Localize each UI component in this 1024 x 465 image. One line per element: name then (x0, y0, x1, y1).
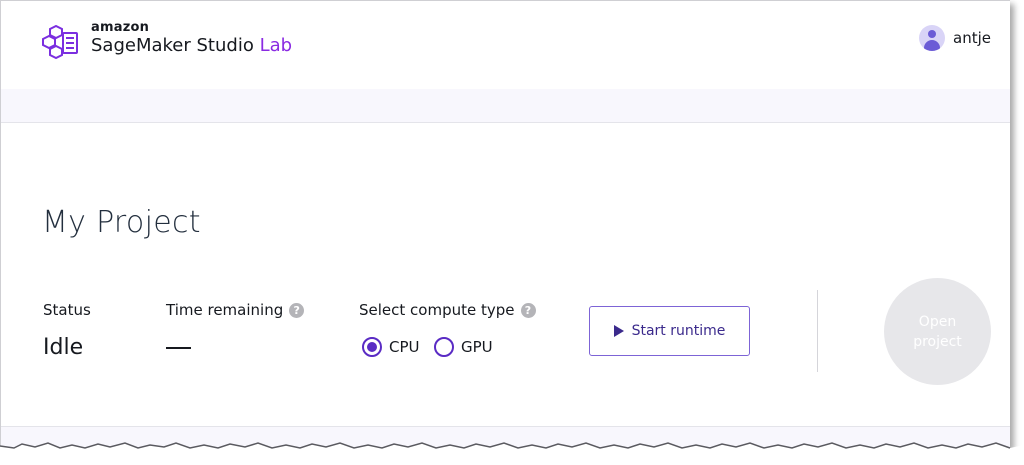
gpu-radio[interactable]: GPU (434, 337, 493, 357)
product-logo[interactable]: amazon SageMaker Studio Lab (91, 21, 292, 55)
top-header: amazon SageMaker Studio Lab antje (1, 1, 1010, 89)
cpu-radio[interactable]: CPU (362, 337, 420, 357)
radio-checked-icon[interactable] (362, 337, 382, 357)
status-label: Status (43, 301, 91, 319)
vertical-divider (817, 290, 818, 372)
open-project-button[interactable]: Open project (884, 278, 991, 385)
logo-lab-text: Lab (259, 35, 293, 56)
logo-amazon-text: amazon (91, 20, 150, 35)
header-subband (1, 89, 1010, 123)
radio-unchecked-icon[interactable] (434, 337, 454, 357)
gpu-radio-label: GPU (461, 338, 493, 356)
user-menu[interactable]: antje (919, 25, 991, 51)
user-avatar-icon (919, 25, 946, 51)
help-circle-icon[interactable]: ? (289, 302, 305, 318)
torn-edge-decoration (0, 442, 1024, 465)
time-remaining-label: Time remaining ? (166, 301, 305, 319)
status-label-text: Status (43, 301, 91, 319)
cpu-radio-label: CPU (389, 338, 420, 356)
compute-type-label-text: Select compute type (359, 301, 515, 319)
page-title: My Project (42, 205, 201, 240)
open-project-label: Open project (913, 313, 962, 350)
start-runtime-button[interactable]: Start runtime (589, 306, 750, 356)
username: antje (953, 29, 991, 47)
sagemaker-logo-icon[interactable] (41, 25, 81, 61)
help-circle-icon[interactable]: ? (520, 302, 536, 318)
time-remaining-value (166, 347, 191, 349)
start-runtime-label: Start runtime (631, 323, 726, 339)
compute-type-label: Select compute type ? (359, 301, 536, 319)
app-window: amazon SageMaker Studio Lab antje My Pro… (0, 0, 1010, 448)
status-value: Idle (43, 335, 84, 360)
time-remaining-label-text: Time remaining (166, 301, 284, 319)
logo-product-text: SageMaker Studio (91, 35, 260, 56)
play-icon (613, 325, 624, 337)
